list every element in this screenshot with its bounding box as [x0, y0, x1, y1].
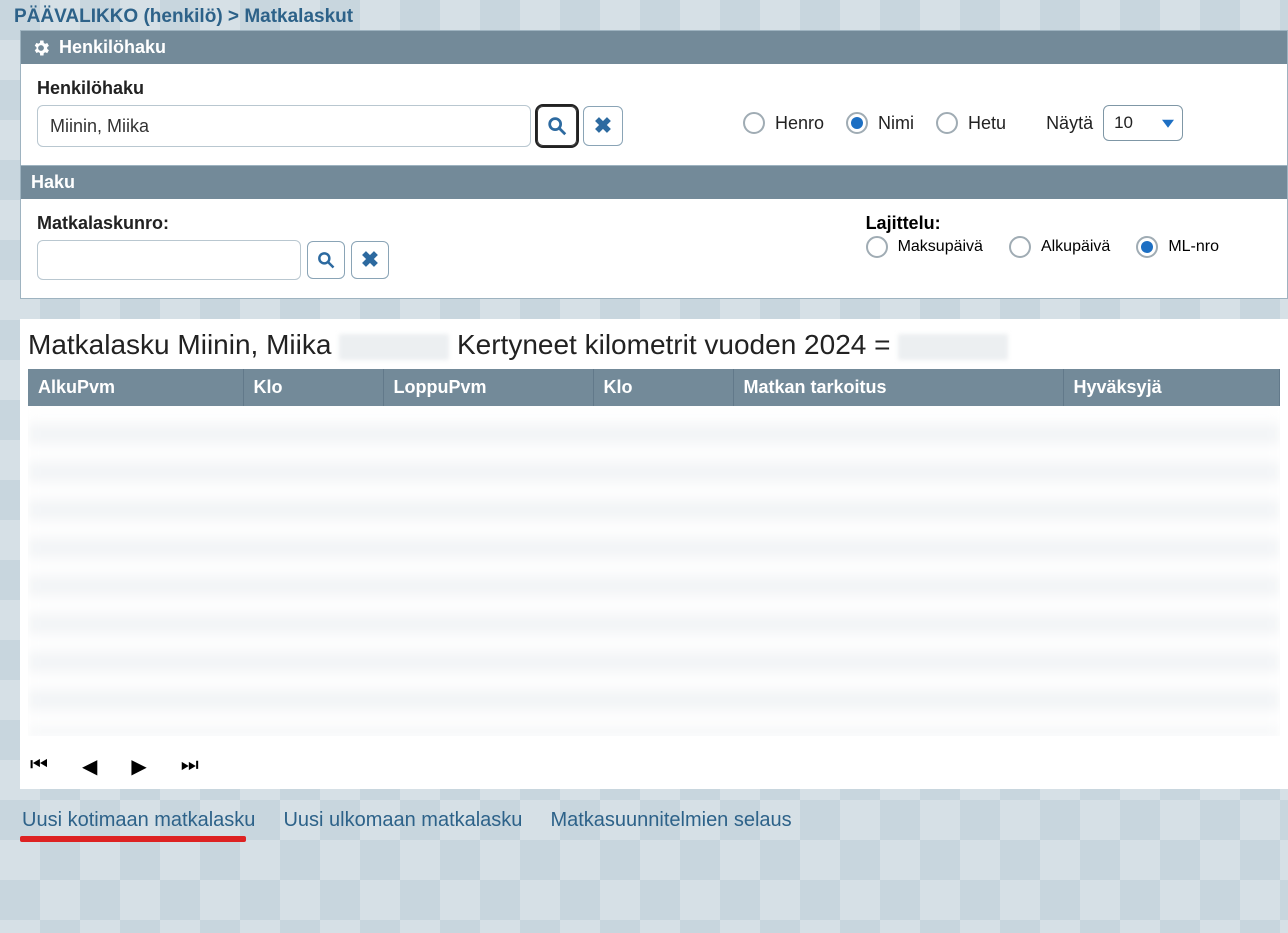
radio-nimi[interactable]: Nimi [846, 112, 914, 134]
col-alkupvm[interactable]: AlkuPvm [28, 369, 243, 406]
close-icon: ✖ [361, 247, 379, 273]
link-uusi-kotimaan[interactable]: Uusi kotimaan matkalasku [22, 809, 255, 832]
pager: ⏮ ◀ ▶ ⏭ [20, 736, 1288, 779]
search-button[interactable] [307, 241, 345, 279]
radio-alkupaiva[interactable]: Alkupäivä [1009, 236, 1110, 258]
matkalaskunro-input[interactable] [37, 240, 301, 280]
table-body-blurred [28, 406, 1280, 736]
panel-title: Haku [31, 172, 75, 193]
table-header-row: AlkuPvm Klo LoppuPvm Klo Matkan tarkoitu… [28, 369, 1280, 406]
col-klo2[interactable]: Klo [593, 369, 733, 406]
pager-prev-icon[interactable]: ◀ [82, 754, 97, 779]
redacted-block [339, 334, 449, 360]
panel-title: Henkilöhaku [59, 37, 166, 58]
radio-mlnro[interactable]: ML-nro [1136, 236, 1219, 258]
link-uusi-ulkomaan[interactable]: Uusi ulkomaan matkalasku [283, 809, 522, 832]
col-tarkoitus[interactable]: Matkan tarkoitus [733, 369, 1063, 406]
results-table: AlkuPvm Klo LoppuPvm Klo Matkan tarkoitu… [28, 369, 1280, 406]
henkilohaku-input[interactable] [37, 105, 531, 147]
breadcrumb-current: Matkalaskut [244, 6, 353, 27]
link-matkasuunnitelmien[interactable]: Matkasuunnitelmien selaus [550, 809, 791, 832]
lajittelu-label: Lajittelu: [866, 213, 1231, 234]
radio-hetu[interactable]: Hetu [936, 112, 1006, 134]
col-klo1[interactable]: Klo [243, 369, 383, 406]
panel-header-henkilohaku: Henkilöhaku [21, 31, 1287, 64]
clear-button[interactable]: ✖ [351, 241, 389, 279]
highlight-underline [20, 836, 246, 842]
panel-header-haku: Haku [21, 166, 1287, 199]
radio-henro[interactable]: Henro [743, 112, 824, 134]
pager-next-icon[interactable]: ▶ [131, 754, 146, 779]
content-title: Matkalasku Miinin, Miika Kertyneet kilom… [20, 319, 1288, 369]
gear-icon[interactable] [31, 38, 51, 58]
clear-button[interactable]: ✖ [583, 106, 623, 146]
breadcrumb-root[interactable]: PÄÄVALIKKO (henkilö) [14, 6, 223, 27]
col-hyvaksyja[interactable]: Hyväksyjä [1063, 369, 1280, 406]
breadcrumb: PÄÄVALIKKO (henkilö) > Matkalaskut [0, 0, 1288, 30]
radio-maksupaiva[interactable]: Maksupäivä [866, 236, 983, 258]
nayta-select[interactable]: 10 [1103, 105, 1183, 141]
nayta-label: Näytä [1046, 113, 1093, 134]
henkilohaku-label: Henkilöhaku [37, 78, 1271, 99]
action-links: Uusi kotimaan matkalasku Uusi ulkomaan m… [0, 789, 1288, 832]
col-loppupvm[interactable]: LoppuPvm [383, 369, 593, 406]
search-button[interactable] [537, 106, 577, 146]
close-icon: ✖ [594, 113, 612, 139]
pager-first-icon[interactable]: ⏮ [30, 754, 48, 779]
panel-haku: Haku Matkalaskunro: ✖ Lajittelu: [20, 166, 1288, 299]
redacted-block [898, 334, 1008, 360]
content-area: Matkalasku Miinin, Miika Kertyneet kilom… [20, 319, 1288, 789]
matkalaskunro-label: Matkalaskunro: [37, 213, 389, 234]
panel-henkilohaku: Henkilöhaku Henkilöhaku ✖ Henro Nimi [20, 30, 1288, 166]
pager-last-icon[interactable]: ⏭ [181, 754, 199, 779]
